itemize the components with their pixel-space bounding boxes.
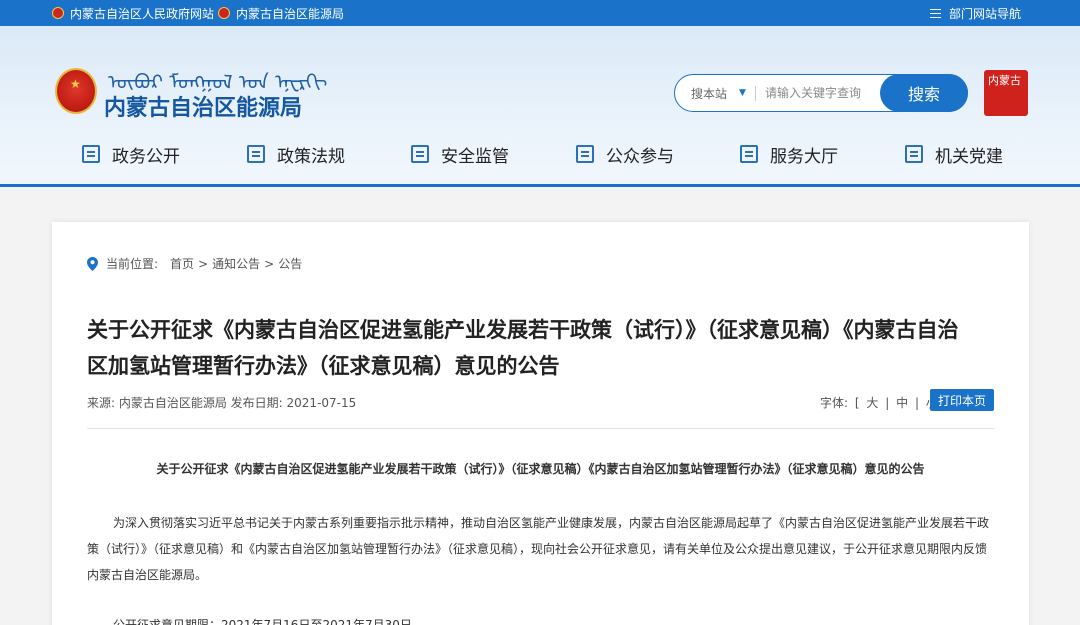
nav-label: 政策法规 — [277, 146, 345, 167]
nav-item-public[interactable]: 公众参与 — [576, 140, 674, 168]
article-title: 关于公开征求《内蒙古自治区促进氢能产业发展若干政策（试行）》（征求意见稿）《内蒙… — [87, 318, 959, 378]
search-scope-label: 搜本站 — [691, 86, 728, 101]
gov-site-link[interactable]: 内蒙古自治区人民政府网站 — [52, 0, 214, 26]
nav-label: 政务公开 — [112, 146, 180, 167]
nav-item-party[interactable]: 机关党建 — [905, 140, 1003, 168]
energy-bureau-link[interactable]: 内蒙古自治区能源局 — [218, 0, 344, 26]
article-paragraph: 公开征求意见期限：2021年7月16日至2021年7月30日 — [113, 618, 412, 625]
chart-icon — [576, 145, 594, 163]
article-card: 当前位置: 首页 > 通知公告 > 公告 关于公开征求《内蒙古自治区促进氢能产业… — [52, 222, 1029, 625]
search-scope-select[interactable]: 搜本站 ▼ — [691, 75, 746, 111]
nav-label: 安全监管 — [441, 146, 509, 167]
breadcrumb-separator: > — [264, 256, 275, 271]
breadcrumb-home[interactable]: 首页 — [170, 255, 194, 272]
breadcrumb: 当前位置: 首页 > 通知公告 > 公告 — [87, 255, 306, 272]
search-input[interactable] — [765, 83, 875, 103]
article-subtitle: 关于公开征求《内蒙古自治区促进氢能产业发展若干政策（试行）》（征求意见稿）《内蒙… — [156, 462, 925, 476]
list-icon — [247, 145, 265, 163]
gov-site-link-label: 内蒙古自治区人民政府网站 — [70, 6, 215, 21]
emblem-icon — [218, 7, 230, 19]
seal-logo: 内蒙古 — [984, 70, 1028, 116]
emblem-icon — [52, 7, 64, 19]
seal-text: 内蒙古 — [988, 74, 1021, 87]
monitor-icon — [411, 145, 429, 163]
bracket-open: [ — [854, 396, 860, 410]
site-title[interactable]: 内蒙古自治区能源局 — [104, 90, 302, 122]
breadcrumb-announcement[interactable]: 公告 — [278, 255, 302, 272]
nav-item-gov-affairs[interactable]: 政务公开 — [82, 140, 180, 168]
search-divider — [755, 86, 756, 101]
nav-label: 公众参与 — [606, 146, 674, 167]
print-button[interactable]: 打印本页 — [930, 389, 994, 411]
national-emblem-logo[interactable]: ★ — [55, 68, 97, 114]
breadcrumb-notices[interactable]: 通知公告 — [212, 255, 260, 272]
breadcrumb-separator: > — [198, 256, 209, 271]
nav-label: 服务大厅 — [770, 146, 838, 167]
breadcrumb-prefix: 当前位置: — [106, 257, 159, 271]
menu-icon — [930, 8, 941, 18]
caret-down-icon: ▼ — [739, 88, 746, 98]
article-meta: 来源: 内蒙古自治区能源局 发布日期: 2021-07-15 — [87, 396, 357, 410]
nav-label: 机关党建 — [935, 146, 1003, 167]
book-icon — [740, 145, 758, 163]
font-separator: | — [885, 396, 890, 410]
nav-item-safety[interactable]: 安全监管 — [411, 140, 509, 168]
location-pin-icon — [87, 256, 98, 271]
font-size-label: 字体: — [820, 396, 849, 410]
font-medium-button[interactable]: 中 — [896, 396, 908, 410]
party-icon — [905, 145, 923, 163]
article-paragraph: 为深入贯彻落实习近平总书记关于内蒙古系列重要指示批示精神，推动自治区氢能产业健康… — [87, 516, 990, 582]
search-bar: 搜本站 ▼ 搜索 — [674, 74, 968, 112]
energy-bureau-link-label: 内蒙古自治区能源局 — [236, 6, 345, 21]
font-separator: | — [914, 396, 919, 410]
search-button[interactable]: 搜索 — [880, 74, 968, 112]
font-large-button[interactable]: 大 — [866, 396, 878, 410]
divider — [87, 428, 994, 429]
nav-item-service[interactable]: 服务大厅 — [740, 140, 838, 168]
nav-item-policy[interactable]: 政策法规 — [247, 140, 345, 168]
dept-nav-label: 部门网站导航 — [949, 6, 1022, 21]
header-divider — [0, 184, 1080, 187]
top-bar: 内蒙古自治区人民政府网站 内蒙古自治区能源局 部门网站导航 — [0, 0, 1080, 26]
document-icon — [82, 145, 100, 163]
dept-nav-link[interactable]: 部门网站导航 — [930, 0, 1021, 26]
